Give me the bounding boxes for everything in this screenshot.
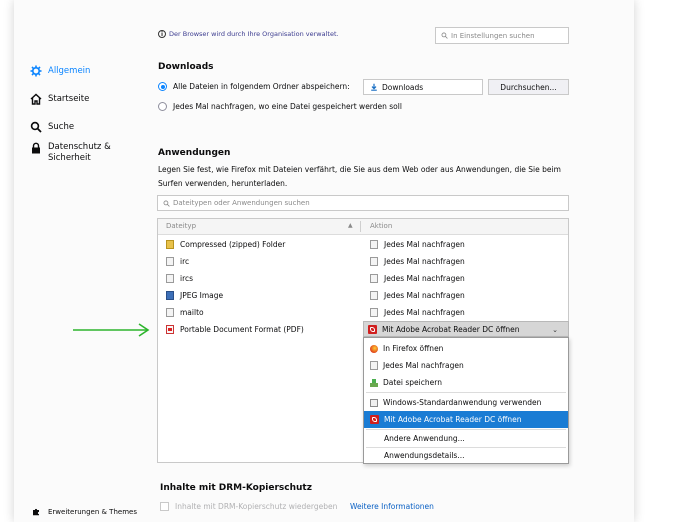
settings-search-input[interactable]: In Einstellungen suchen [435,27,569,44]
generic-file-icon [166,257,174,266]
sidebar-item-addons[interactable]: Erweiterungen & Themes [30,507,137,516]
dropdown-separator [366,392,566,393]
browse-button[interactable]: Durchsuchen... [488,79,569,95]
ask-icon [370,361,378,370]
filetype-label: irc [180,257,190,266]
download-folder-value: Downloads [382,82,424,92]
table-row[interactable]: ircs Jedes Mal nachfragen [158,271,568,288]
applications-heading: Anwendungen [158,148,231,158]
action-label: Jedes Mal nachfragen [384,274,465,283]
table-header: Dateityp ▲ Aktion [158,219,568,235]
filetype-label: ircs [180,274,194,283]
option-label: Jedes Mal nachfragen [383,361,464,370]
generic-file-icon [166,274,174,283]
sidebar-item-label: Startseite [48,94,90,104]
option-application-details[interactable]: Anwendungsdetails... [364,447,568,464]
sidebar-item-label: Datenschutz & [48,142,111,152]
option-label: In Firefox öffnen [383,344,444,353]
column-header-dateityp[interactable]: Dateityp [166,222,196,230]
sidebar-item-allgemein[interactable]: Allgemein [30,65,90,77]
sort-arrow-icon: ▲ [348,222,353,229]
table-row[interactable]: irc Jedes Mal nachfragen [158,254,568,271]
home-icon [30,93,42,105]
option-windows-default[interactable]: Windows-Standardanwendung verwenden [364,394,568,411]
sidebar-item-label: Sicherheit [48,153,91,163]
option-label: Anwendungsdetails... [384,451,465,460]
filetype-search-placeholder: Dateitypen oder Anwendungen suchen [173,199,310,207]
annotation-arrow-icon [73,323,150,337]
pdf-action-value: Mit Adobe Acrobat Reader DC öffnen [382,324,520,334]
ask-icon [370,240,378,249]
puzzle-icon [33,508,39,516]
search-icon [163,200,170,207]
option-label: Mit Adobe Acrobat Reader DC öffnen [384,415,522,424]
applications-description-line1: Legen Sie fest, wie Firefox mit Dateien … [158,165,561,174]
drm-heading: Inhalte mit DRM-Kopierschutz [160,483,312,493]
acrobat-icon [368,324,377,334]
sidebar-item-datenschutz[interactable]: Datenschutz & Sicherheit [30,142,111,164]
table-row[interactable]: JPEG Image Jedes Mal nachfragen [158,288,568,305]
settings-search-placeholder: In Einstellungen suchen [451,31,535,40]
pdf-action-select[interactable]: Mit Adobe Acrobat Reader DC öffnen ⌄ [363,321,569,337]
applications-description-line2: Surfen verwenden, herunterladen. [158,179,288,188]
save-to-folder-radio[interactable] [158,82,167,91]
option-label: Datei speichern [383,378,442,387]
info-icon: i [158,30,166,38]
sidebar-item-label: Allgemein [48,66,91,76]
drm-checkbox[interactable] [160,502,169,511]
download-folder-field[interactable]: Downloads [363,79,483,95]
option-other-application[interactable]: Andere Anwendung... [364,430,568,447]
search-icon [30,121,42,133]
generic-file-icon [166,308,174,317]
sidebar-item-startseite[interactable]: Startseite [30,93,89,105]
pdf-action-dropdown: In Firefox öffnen Jedes Mal nachfragen D… [363,337,569,464]
filetype-search-input[interactable]: Dateitypen oder Anwendungen suchen [157,195,569,211]
downloads-heading: Downloads [158,62,214,72]
acrobat-icon [370,415,379,424]
option-adobe-acrobat[interactable]: Mit Adobe Acrobat Reader DC öffnen [364,411,568,428]
action-label: Jedes Mal nachfragen [384,308,465,317]
chevron-down-icon: ⌄ [552,326,558,334]
drm-checkbox-label: Inhalte mit DRM-Kopierschutz wiedergeben [175,502,338,511]
pdf-file-icon [166,325,174,334]
filetype-label: Portable Document Format (PDF) [180,325,304,334]
ask-icon [370,257,378,266]
option-open-in-firefox[interactable]: In Firefox öffnen [364,340,568,357]
search-icon [441,32,448,39]
addons-label: Erweiterungen & Themes [48,507,137,516]
gear-icon [30,65,42,77]
always-ask-radio[interactable] [158,102,167,111]
ask-icon [370,274,378,283]
policy-notice-text: Der Browser wird durch Ihre Organisation… [169,30,339,38]
lock-icon [32,142,40,154]
firefox-icon [370,344,378,353]
sidebar-item-suche[interactable]: Suche [30,121,74,133]
sidebar-item-label: Suche [48,122,75,132]
ask-icon [370,291,378,300]
image-file-icon [166,291,174,300]
filetype-label: mailto [180,308,204,317]
option-save-file[interactable]: Datei speichern [364,374,568,391]
action-label: Jedes Mal nachfragen [384,291,465,300]
table-row[interactable]: Compressed (zipped) Folder Jedes Mal nac… [158,237,568,254]
filetype-label: Compressed (zipped) Folder [180,240,286,249]
windows-app-icon [370,398,378,407]
option-label: Andere Anwendung... [384,434,465,443]
always-ask-label: Jedes Mal nachfragen, wo eine Datei gesp… [173,102,402,111]
column-header-aktion[interactable]: Aktion [370,222,392,230]
download-arrow-icon [371,83,377,91]
save-file-icon [370,378,378,387]
option-label: Windows-Standardanwendung verwenden [383,398,542,407]
filetype-label: JPEG Image [180,291,224,300]
table-row[interactable]: mailto Jedes Mal nachfragen [158,305,568,322]
policy-notice[interactable]: i Der Browser wird durch Ihre Organisati… [158,30,339,38]
action-label: Jedes Mal nachfragen [384,257,465,266]
option-always-ask[interactable]: Jedes Mal nachfragen [364,357,568,374]
ask-icon [370,308,378,317]
zip-folder-icon [166,240,174,249]
save-to-folder-label: Alle Dateien in folgendem Ordner abspeic… [173,82,350,91]
drm-learn-more-link[interactable]: Weitere Informationen [350,502,434,511]
column-divider [360,221,361,232]
action-label: Jedes Mal nachfragen [384,240,465,249]
